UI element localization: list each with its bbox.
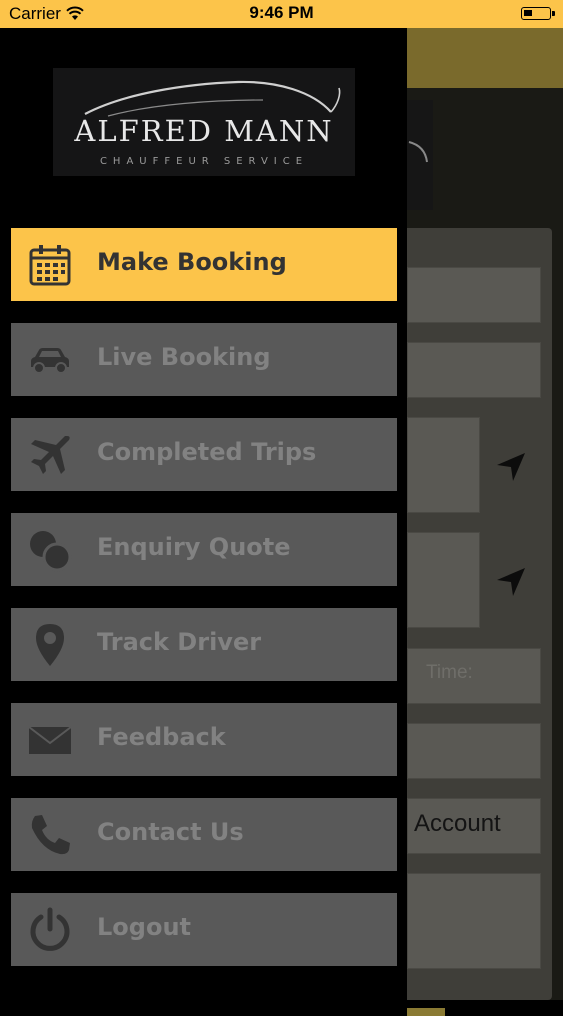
dropoff-address-field[interactable] [407, 532, 480, 628]
status-bar: Carrier 9:46 PM [0, 0, 563, 28]
phone-icon [31, 815, 70, 855]
booking-form: Time: Account [407, 228, 552, 1000]
menu-label: Make Booking [97, 248, 287, 276]
menu-label: Completed Trips [97, 438, 317, 466]
envelope-icon [28, 726, 72, 754]
menu-item-feedback[interactable]: Feedback [11, 703, 397, 776]
menu-label: Track Driver [97, 628, 262, 656]
car-icon [31, 348, 69, 374]
menu-item-track-driver[interactable]: Track Driver [11, 608, 397, 681]
location-arrow-icon[interactable] [494, 450, 528, 484]
header-logo-partial [407, 100, 433, 210]
app-header [407, 28, 563, 88]
airplane-icon [31, 436, 70, 474]
menu-item-enquiry-quote[interactable]: Enquiry Quote [11, 513, 397, 586]
menu-item-completed-trips[interactable]: Completed Trips [11, 418, 397, 491]
account-field[interactable]: Account [407, 798, 541, 854]
power-icon [30, 907, 70, 951]
form-field[interactable] [407, 723, 541, 779]
notes-field[interactable] [407, 873, 541, 969]
menu-label: Logout [97, 913, 192, 941]
side-drawer: ALFRED MANN CHAUFFEUR SERVICE Make Booki… [0, 28, 407, 1000]
brand-logo: ALFRED MANN CHAUFFEUR SERVICE [53, 68, 355, 176]
menu-item-contact-us[interactable]: Contact Us [11, 798, 397, 871]
pickup-address-field[interactable] [407, 417, 480, 513]
clock: 9:46 PM [249, 3, 314, 22]
form-field[interactable] [407, 267, 541, 323]
form-field[interactable] [407, 342, 541, 398]
time-placeholder: Time: [426, 662, 473, 683]
chat-bubbles-icon [30, 531, 72, 572]
brand-name: ALFRED MANN [74, 114, 334, 148]
menu-label: Contact Us [97, 818, 244, 846]
menu-label: Live Booking [97, 343, 271, 371]
battery-icon [521, 7, 555, 20]
scroll-indicator [407, 1008, 445, 1016]
menu-item-live-booking[interactable]: Live Booking [11, 323, 397, 396]
location-arrow-icon[interactable] [494, 565, 528, 599]
menu-label: Feedback [97, 723, 226, 751]
account-label: Account [414, 810, 501, 837]
location-pin-icon [36, 624, 64, 666]
calendar-icon [29, 245, 71, 286]
time-field[interactable]: Time: [407, 648, 541, 704]
menu-label: Enquiry Quote [97, 533, 291, 561]
menu-item-logout[interactable]: Logout [11, 893, 397, 966]
brand-tagline: CHAUFFEUR SERVICE [99, 156, 309, 167]
menu-item-make-booking[interactable]: Make Booking [11, 228, 397, 301]
